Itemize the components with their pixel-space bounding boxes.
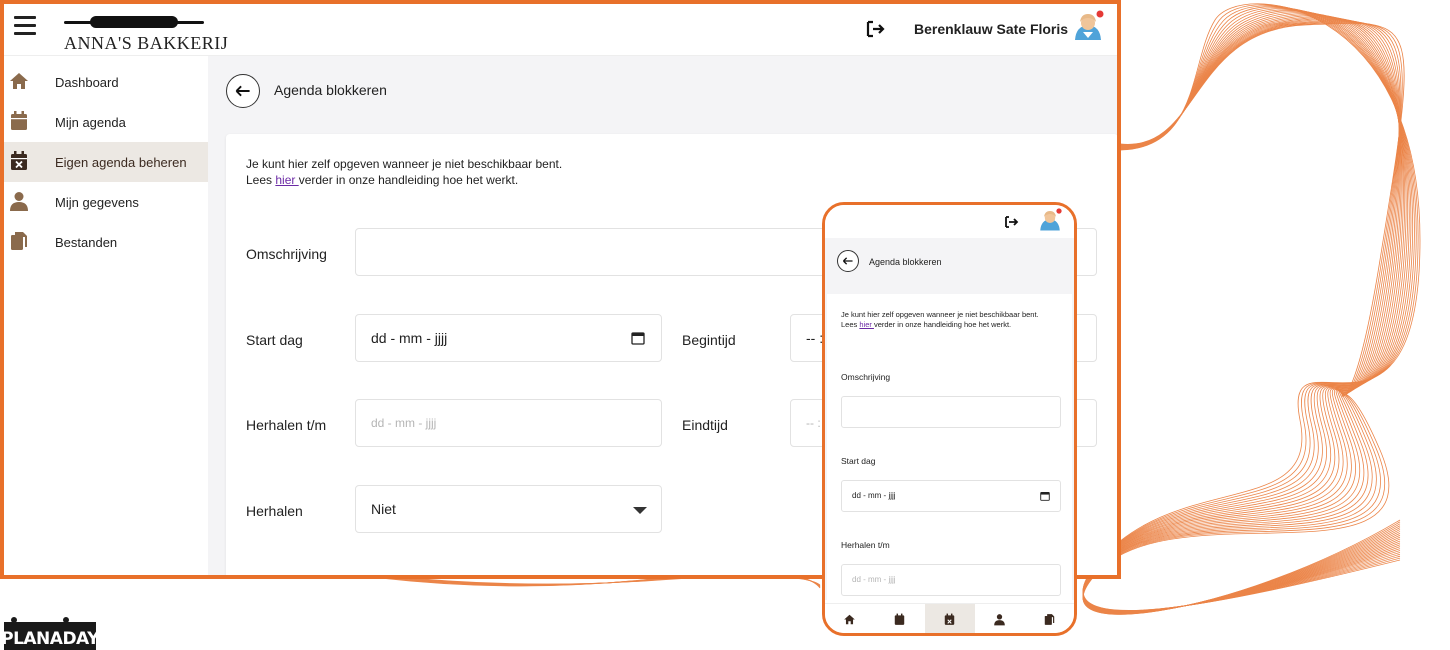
handleiding-link[interactable]: hier bbox=[859, 320, 874, 329]
brand-name: PLANADAY bbox=[4, 629, 96, 649]
avatar[interactable] bbox=[1072, 10, 1104, 42]
intro-line: Je kunt hier zelf opgeven wanneer je nie… bbox=[841, 310, 1039, 319]
calendar-x-icon bbox=[11, 151, 27, 170]
herhalen-select[interactable]: Niet bbox=[355, 485, 662, 533]
back-button[interactable] bbox=[837, 250, 859, 272]
planaday-logo: PLANADAY bbox=[4, 617, 96, 650]
calendar-x-icon bbox=[944, 613, 955, 625]
intro-suffix: verder in onze handleiding hoe het werkt… bbox=[873, 320, 1012, 329]
herhalen-tm-input[interactable]: dd - mm - jjjj bbox=[841, 564, 1061, 596]
mobile-top-bar bbox=[825, 205, 1074, 238]
herhalen-value: Niet bbox=[371, 501, 396, 517]
sidebar-item-label: Mijn agenda bbox=[55, 115, 126, 130]
chevron-down-icon bbox=[633, 507, 647, 514]
startdag-label: Start dag bbox=[246, 332, 303, 348]
avatar[interactable] bbox=[1038, 208, 1062, 232]
eindtijd-label: Eindtijd bbox=[682, 417, 728, 433]
rolling-pin-icon bbox=[64, 16, 204, 28]
sidebar-item-dashboard[interactable]: Dashboard bbox=[4, 62, 208, 102]
intro-line: Je kunt hier zelf opgeven wanneer je nie… bbox=[246, 157, 563, 171]
logout-icon[interactable] bbox=[864, 18, 886, 40]
mobile-content: Agenda blokkeren Je kunt hier zelf opgev… bbox=[825, 238, 1074, 614]
home-icon bbox=[844, 614, 855, 625]
nav-item-dashboard[interactable] bbox=[825, 604, 875, 633]
logo-text: ANNA'S BAKKERIJ bbox=[64, 33, 229, 53]
files-icon bbox=[11, 232, 27, 250]
begintijd-label: Begintijd bbox=[682, 332, 736, 348]
sidebar-item-label: Eigen agenda beheren bbox=[55, 155, 187, 170]
logout-icon[interactable] bbox=[1003, 214, 1019, 230]
calendar-icon bbox=[894, 613, 905, 625]
intro-prefix: Lees bbox=[841, 320, 860, 329]
intro-prefix: Lees bbox=[246, 173, 276, 187]
top-bar: ANNA'S BAKKERIJ Berenklauw Sate Floris bbox=[4, 4, 1117, 56]
intro-text: Je kunt hier zelf opgeven wanneer je nie… bbox=[246, 156, 562, 188]
menu-icon[interactable] bbox=[14, 16, 36, 36]
mobile-preview: Agenda blokkeren Je kunt hier zelf opgev… bbox=[822, 202, 1077, 636]
intro-text: Je kunt hier zelf opgeven wanneer je nie… bbox=[841, 310, 1066, 330]
nav-item-bestanden[interactable] bbox=[1025, 604, 1074, 633]
handleiding-link[interactable]: hier bbox=[275, 173, 298, 187]
herhalen-tm-placeholder: dd - mm - jjjj bbox=[371, 416, 437, 430]
startdag-value: dd - mm - jjjj bbox=[371, 330, 448, 346]
herhalen-tm-label: Herhalen t/m bbox=[246, 417, 327, 433]
intro-line-2: Lees hier verder in onze handleiding hoe… bbox=[246, 172, 562, 188]
calendar-icon[interactable] bbox=[1040, 491, 1050, 501]
nav-item-mijn-agenda[interactable] bbox=[875, 604, 925, 633]
mobile-form-card: Je kunt hier zelf opgeven wanneer je nie… bbox=[827, 294, 1072, 614]
omschrijving-label: Omschrijving bbox=[246, 246, 327, 262]
startdag-input[interactable]: dd - mm - jjjj bbox=[355, 314, 662, 362]
bakery-logo: ANNA'S BAKKERIJ bbox=[60, 8, 228, 53]
herhalen-tm-input[interactable]: dd - mm - jjjj bbox=[355, 399, 662, 447]
calendar-icon bbox=[11, 111, 27, 130]
omschrijving-label: Omschrijving bbox=[841, 372, 891, 382]
calendar-icon[interactable] bbox=[631, 331, 645, 345]
herhalen-tm-label: Herhalen t/m bbox=[841, 540, 890, 550]
mobile-bottom-nav bbox=[825, 603, 1074, 633]
sidebar-item-mijn-agenda[interactable]: Mijn agenda bbox=[4, 102, 208, 142]
sidebar-item-label: Dashboard bbox=[55, 75, 119, 90]
sidebar-item-bestanden[interactable]: Bestanden bbox=[4, 222, 208, 262]
user-name[interactable]: Berenklauw Sate Floris bbox=[914, 21, 1068, 37]
screenshot-stage: ANNA'S BAKKERIJ Berenklauw Sate Floris D… bbox=[0, 0, 1450, 650]
sidebar-item-label: Mijn gegevens bbox=[55, 195, 139, 210]
back-button[interactable] bbox=[226, 74, 260, 108]
intro-line-2: Lees hier verder in onze handleiding hoe… bbox=[841, 320, 1066, 330]
nav-item-mijn-gegevens[interactable] bbox=[975, 604, 1025, 633]
startdag-value: dd - mm - jjjj bbox=[852, 491, 896, 500]
page-title: Agenda blokkeren bbox=[274, 82, 387, 98]
sidebar-item-label: Bestanden bbox=[55, 235, 118, 250]
omschrijving-input[interactable] bbox=[841, 396, 1061, 428]
intro-suffix: verder in onze handleiding hoe het werkt… bbox=[298, 173, 519, 187]
sidebar-item-mijn-gegevens[interactable]: Mijn gegevens bbox=[4, 182, 208, 222]
startdag-input[interactable]: dd - mm - jjjj bbox=[841, 480, 1061, 512]
sidebar: Dashboard Mijn agenda Eigen agenda beher… bbox=[4, 56, 208, 575]
files-icon bbox=[1044, 614, 1055, 625]
nav-item-eigen-agenda-beheren[interactable] bbox=[925, 604, 975, 633]
sidebar-item-eigen-agenda-beheren[interactable]: Eigen agenda beheren bbox=[4, 142, 208, 182]
page-title: Agenda blokkeren bbox=[869, 257, 942, 267]
user-icon bbox=[994, 614, 1005, 626]
startdag-label: Start dag bbox=[841, 456, 876, 466]
herhalen-label: Herhalen bbox=[246, 503, 303, 519]
herhalen-tm-placeholder: dd - mm - jjjj bbox=[852, 575, 896, 584]
user-icon bbox=[10, 192, 28, 211]
home-icon bbox=[10, 73, 28, 89]
